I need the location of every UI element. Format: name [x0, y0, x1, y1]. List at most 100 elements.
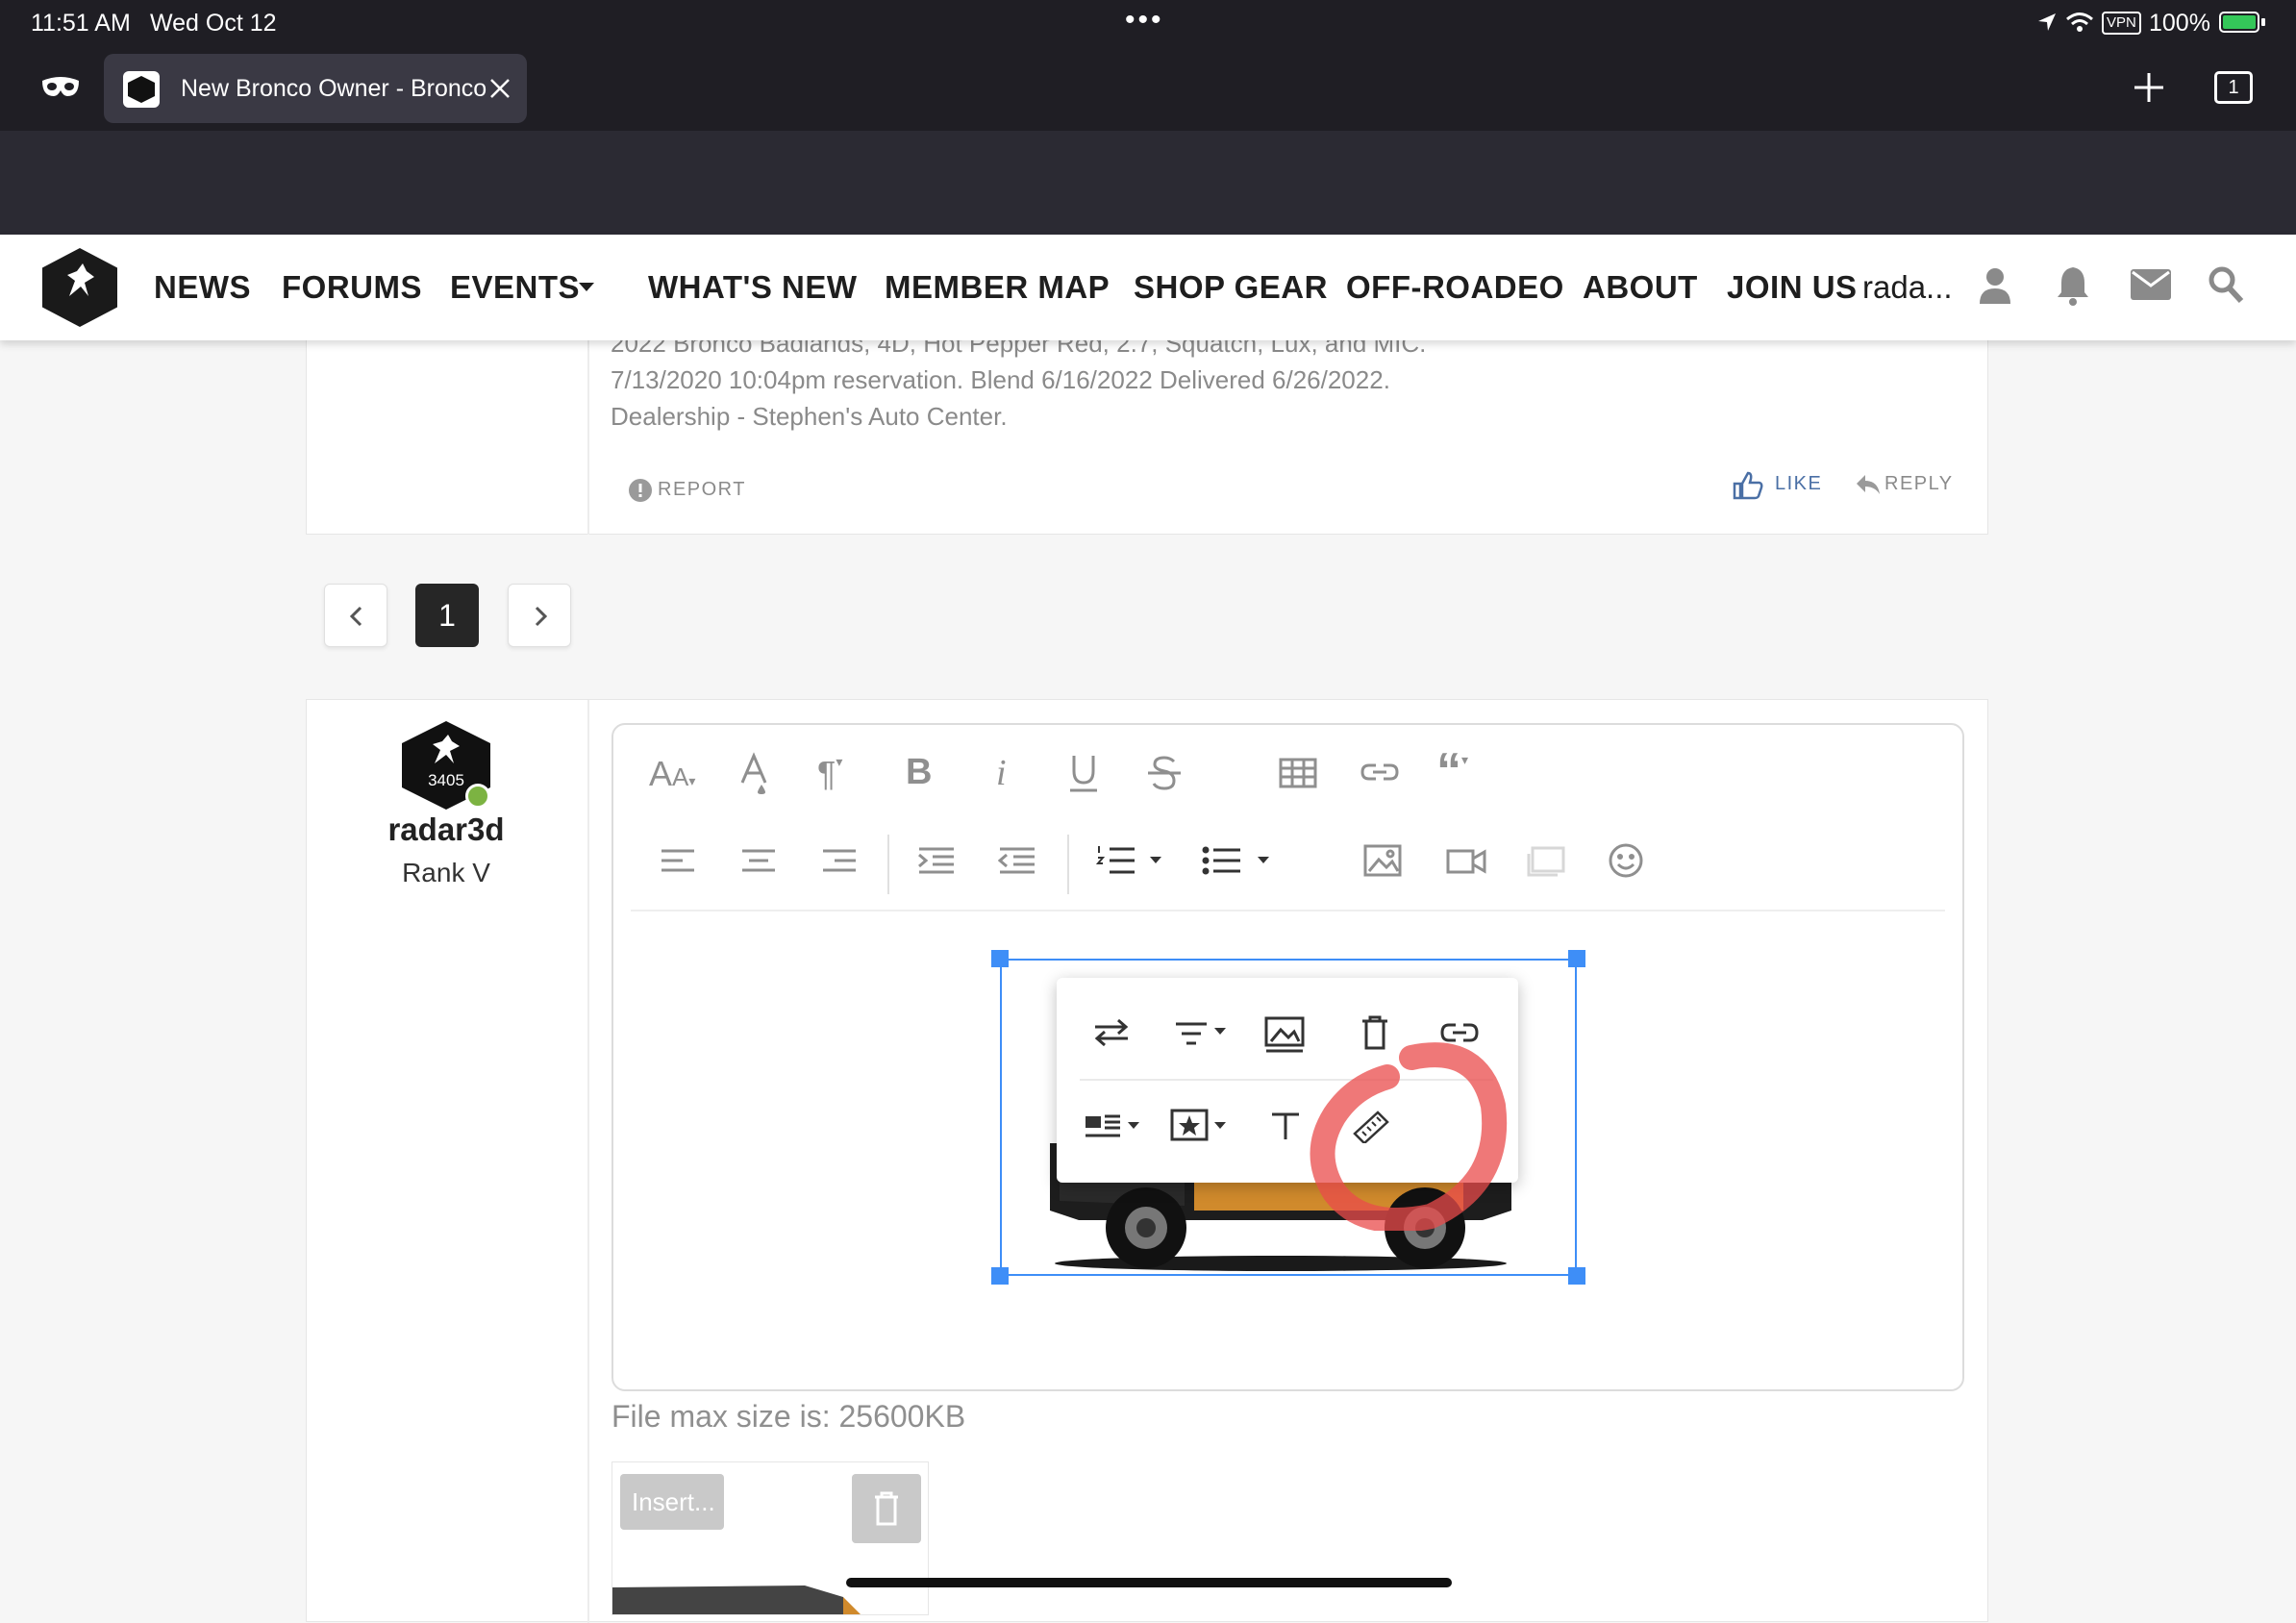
tab-title: New Bronco Owner - Bronco — [181, 75, 487, 102]
outdent-icon — [997, 847, 1035, 874]
text-color-icon — [740, 752, 767, 794]
browser-chrome: 11:51 AM Wed Oct 12 ••• VPN 100% New Bro… — [0, 0, 2296, 235]
notifications-bell-icon[interactable] — [2056, 265, 2090, 306]
strikethrough-icon — [1148, 756, 1181, 790]
replace-icon — [1094, 1018, 1129, 1047]
toolbar-separator — [631, 910, 1945, 911]
emoji-icon — [1609, 843, 1643, 878]
toolbar-divider — [887, 835, 889, 894]
battery-percent: 100% — [2149, 10, 2210, 37]
nav-whats-new[interactable]: WHAT'S NEW — [648, 269, 858, 306]
current-page-number: 1 — [438, 598, 456, 633]
pagination-next-button[interactable] — [508, 584, 571, 647]
align-center-button[interactable] — [740, 848, 777, 878]
new-tab-icon[interactable] — [2133, 71, 2165, 104]
bold-button[interactable]: B — [906, 752, 932, 793]
close-tab-icon[interactable] — [488, 77, 512, 100]
tab-count: 1 — [2228, 77, 2239, 98]
resize-handle-top-right[interactable] — [1568, 950, 1585, 967]
search-icon[interactable] — [2208, 265, 2244, 304]
signature-line-2: 7/13/2020 10:04pm reservation. Blend 6/1… — [611, 365, 1390, 394]
tab-count-button[interactable]: 1 — [2214, 71, 2253, 104]
reply-arrow-icon — [1857, 475, 1880, 494]
italic-button[interactable]: i — [996, 752, 1007, 794]
insert-video-button[interactable] — [1446, 848, 1486, 880]
resize-handle-bottom-left[interactable] — [991, 1267, 1009, 1285]
replace-image-button[interactable] — [1093, 1018, 1130, 1052]
browser-tab[interactable]: New Bronco Owner - Bronco — [104, 54, 527, 123]
insert-image-button[interactable] — [1363, 844, 1402, 882]
nav-news[interactable]: NEWS — [154, 269, 251, 306]
ordered-list-button[interactable] — [1095, 844, 1163, 882]
unordered-list-icon — [1202, 846, 1269, 875]
messages-envelope-icon[interactable] — [2131, 269, 2171, 300]
table-icon — [1279, 758, 1317, 788]
report-label: REPORT — [658, 479, 746, 500]
strikethrough-button[interactable] — [1145, 754, 1184, 797]
wifi-icon — [2066, 12, 2093, 32]
author-rank: Rank V — [402, 858, 490, 887]
image-icon — [1363, 844, 1402, 877]
align-left-icon — [661, 849, 694, 872]
outdent-button[interactable] — [997, 846, 1036, 880]
battery-icon — [2219, 12, 2265, 33]
quote-button[interactable]: “▾ — [1436, 746, 1468, 796]
align-center-icon — [742, 849, 775, 872]
signature-line-3: Dealership - Stephen's Auto Center. — [611, 402, 1008, 431]
nav-shop-gear[interactable]: SHOP GEAR — [1134, 269, 1328, 306]
reply-label: REPLY — [1884, 473, 1954, 494]
image-style-star-icon — [1170, 1109, 1226, 1141]
nav-member-map[interactable]: MEMBER MAP — [885, 269, 1110, 306]
attachment-insert-button[interactable]: Insert... — [620, 1474, 724, 1530]
toolbar-divider — [1067, 835, 1069, 894]
attachment-thumbnail: Insert... — [611, 1461, 929, 1615]
user-account-icon[interactable] — [1979, 267, 2011, 304]
nav-events[interactable]: EVENTS — [450, 269, 580, 306]
pagination-current-page[interactable]: 1 — [415, 584, 479, 647]
home-indicator[interactable] — [846, 1578, 1452, 1587]
report-icon — [629, 479, 652, 502]
resize-handle-top-left[interactable] — [991, 950, 1009, 967]
site-navigation: NEWS FORUMS EVENTS WHAT'S NEW MEMBER MAP… — [0, 235, 2296, 340]
unordered-list-button[interactable] — [1202, 846, 1271, 880]
image-align-button[interactable] — [1174, 1020, 1235, 1052]
nav-join-us[interactable]: JOIN US — [1727, 269, 1858, 306]
quote-icon: “ — [1436, 743, 1461, 799]
align-right-button[interactable] — [821, 848, 858, 878]
nav-about[interactable]: ABOUT — [1583, 269, 1698, 306]
paragraph-format-button[interactable]: ¶▾ — [817, 754, 842, 794]
nav-username[interactable]: rada... — [1862, 269, 1953, 306]
italic-icon: i — [996, 753, 1007, 793]
red-annotation-circle — [1310, 1042, 1508, 1231]
events-dropdown-icon[interactable] — [577, 281, 596, 294]
private-mode-icon[interactable] — [40, 75, 81, 100]
image-display-button[interactable] — [1084, 1112, 1145, 1144]
underline-button[interactable] — [1066, 752, 1101, 799]
author-username[interactable]: radar3d — [306, 812, 586, 848]
attachment-delete-button[interactable] — [852, 1474, 921, 1543]
insert-table-button[interactable] — [1279, 758, 1317, 793]
text-color-button[interactable] — [738, 752, 771, 799]
online-status-dot — [465, 784, 490, 809]
nav-off-roadeo[interactable]: OFF-ROADEO — [1346, 269, 1564, 306]
file-max-size-note: File max size is: 25600KB — [611, 1399, 966, 1434]
image-align-icon — [1176, 1022, 1226, 1045]
image-style-button[interactable] — [1170, 1109, 1234, 1146]
image-gallery-button[interactable] — [1527, 846, 1565, 882]
align-left-button[interactable] — [660, 848, 696, 878]
font-size-button[interactable]: AA▾ — [649, 754, 695, 794]
font-size-icon: A — [649, 754, 673, 793]
site-favicon-icon — [123, 71, 160, 108]
pagination-prev-button[interactable] — [324, 584, 387, 647]
insert-link-button[interactable] — [1360, 760, 1400, 789]
chevron-right-icon — [535, 606, 548, 627]
resize-handle-bottom-right[interactable] — [1568, 1267, 1585, 1285]
multitask-dots-icon[interactable]: ••• — [1125, 4, 1164, 37]
emoji-button[interactable] — [1608, 842, 1644, 884]
site-logo[interactable] — [42, 248, 117, 327]
thumbs-up-icon — [1733, 471, 1763, 500]
indent-button[interactable] — [917, 846, 956, 880]
nav-forums[interactable]: FORUMS — [282, 269, 422, 306]
trash-icon — [875, 1491, 898, 1526]
chevron-left-icon — [349, 606, 362, 627]
